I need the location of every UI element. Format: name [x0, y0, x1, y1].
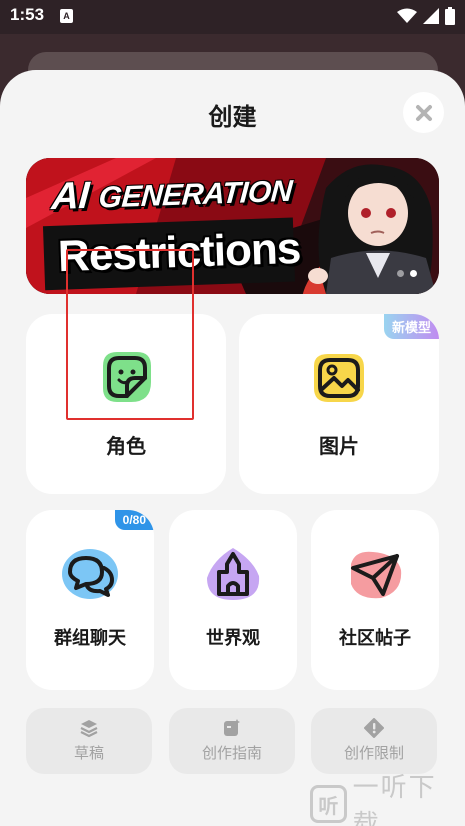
create-image-label: 图片 — [319, 434, 359, 458]
system-icons — [397, 7, 455, 25]
create-character-card[interactable]: 角色 — [26, 314, 226, 494]
warning-icon — [364, 718, 384, 742]
status-bar: 1:53 A — [0, 0, 465, 34]
creation-guide-button[interactable]: 创作指南 — [169, 708, 295, 774]
new-model-badge: 新模型 — [383, 314, 439, 339]
promo-banner[interactable]: AI GENERATION Restrictions — [26, 158, 439, 294]
watermark-logo: 听 一听下载 — [310, 773, 460, 826]
paper-plane-icon — [345, 546, 405, 606]
banner-dot[interactable] — [397, 270, 404, 277]
create-character-label: 角色 — [106, 434, 146, 458]
creation-guide-label: 创作指南 — [201, 744, 262, 762]
castle-icon — [203, 546, 263, 606]
status-time: 1:53 — [10, 5, 45, 24]
chat-bubbles-icon — [60, 546, 120, 606]
banner-pagination — [397, 270, 417, 277]
banner-dot-active[interactable] — [410, 270, 417, 277]
image-icon — [308, 346, 370, 412]
drafts-label: 草稿 — [73, 744, 104, 762]
wifi-icon — [397, 8, 417, 23]
create-worldview-label: 世界观 — [206, 628, 260, 649]
group-count-badge: 0/80 — [114, 510, 154, 530]
creation-limits-button[interactable]: 创作限制 — [311, 708, 437, 774]
notification-icon: A — [60, 9, 73, 23]
create-group-chat-label: 群组聊天 — [54, 628, 126, 649]
create-group-chat-card[interactable]: 0/80 群组聊天 — [26, 510, 154, 690]
sheet-title: 创建 — [208, 103, 257, 131]
create-image-card[interactable]: 新模型 图片 — [239, 314, 439, 494]
watermark-text: 一听下载 — [352, 773, 437, 826]
creation-limits-label: 创作限制 — [343, 744, 404, 762]
create-community-post-card[interactable]: 社区帖子 — [311, 510, 439, 690]
guide-icon — [222, 718, 242, 742]
banner-headline-bottom: Restrictions — [57, 223, 302, 282]
create-community-post-label: 社区帖子 — [339, 628, 411, 649]
signal-icon — [423, 8, 439, 24]
close-icon — [415, 104, 432, 121]
battery-icon — [445, 7, 455, 25]
sticker-smile-icon — [95, 346, 157, 412]
drafts-button[interactable]: 草稿 — [26, 708, 152, 774]
close-button[interactable] — [403, 92, 444, 133]
create-sheet: 创建 AI GENERATION Restrictions 角色 新模型 图片 … — [0, 70, 465, 826]
create-worldview-card[interactable]: 世界观 — [169, 510, 297, 690]
banner-headline-top: AI GENERATION — [50, 174, 294, 219]
layers-icon — [79, 718, 99, 742]
watermark-box: 听 — [310, 785, 347, 823]
